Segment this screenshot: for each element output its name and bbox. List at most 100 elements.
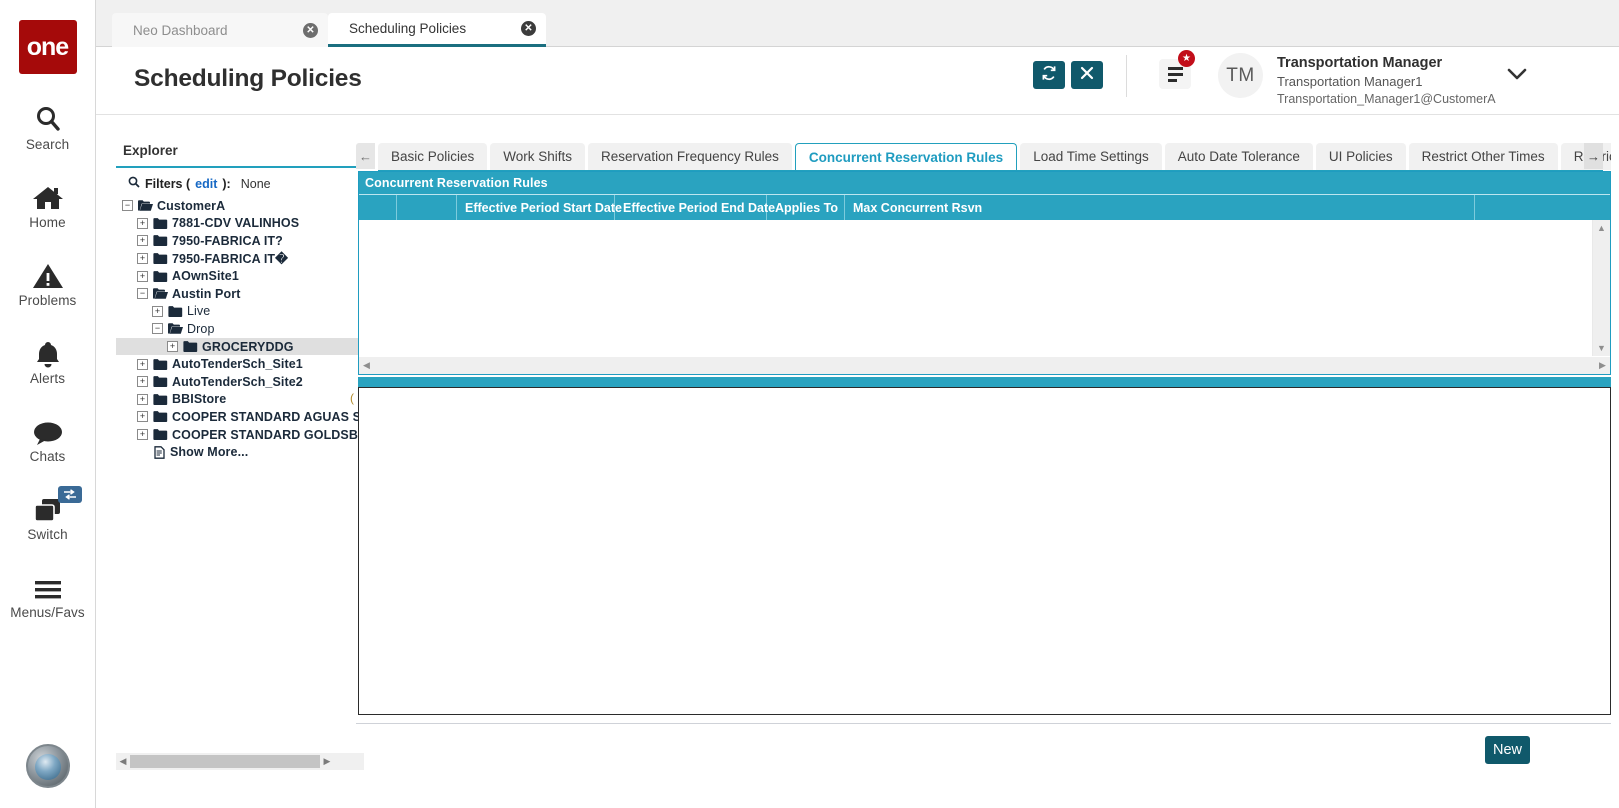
folder-icon xyxy=(153,234,168,247)
tab-load-time-settings[interactable]: Load Time Settings xyxy=(1020,143,1162,170)
grid-hscrollbar[interactable]: ◀ ▶ xyxy=(359,357,1610,374)
scroll-up-icon[interactable]: ▲ xyxy=(1597,220,1606,236)
expand-icon[interactable]: + xyxy=(137,411,148,423)
collapse-icon[interactable]: − xyxy=(152,323,163,335)
expand-icon[interactable]: + xyxy=(167,341,178,353)
bell-icon xyxy=(34,334,62,368)
notification-badge[interactable]: ★ xyxy=(1178,50,1195,67)
tab-work-shifts[interactable]: Work Shifts xyxy=(490,143,586,170)
tree-node[interactable]: + GROCERYDDG xyxy=(116,337,364,356)
expand-icon[interactable]: + xyxy=(137,253,148,265)
search-icon xyxy=(33,100,63,134)
tree-node-label: GROCERYDDG xyxy=(202,339,294,354)
scroll-right-icon[interactable]: ▶ xyxy=(1595,360,1610,371)
tree-node[interactable]: + COOPER STANDARD GOLDSBORO xyxy=(116,426,387,444)
tree-node[interactable]: + COOPER STANDARD AGUAS SEALING (S xyxy=(116,408,425,426)
grid-vscrollbar[interactable]: ▲ ▼ xyxy=(1593,220,1610,356)
tab-ui-policies[interactable]: UI Policies xyxy=(1315,143,1406,170)
scroll-down-icon[interactable]: ▼ xyxy=(1597,340,1606,356)
scroll-thumb[interactable] xyxy=(130,755,320,768)
rail-label-switch: Switch xyxy=(27,527,68,542)
grid-column-header[interactable]: Effective Period End Date xyxy=(615,195,775,221)
expand-icon[interactable]: + xyxy=(137,376,148,388)
collapse-icon[interactable]: − xyxy=(137,288,148,300)
rail-item-switch[interactable]: Switch xyxy=(0,486,96,542)
tree-node[interactable]: Show More... xyxy=(116,443,364,461)
tab-label: Basic Policies xyxy=(391,149,475,164)
grid-column-header[interactable]: Max Concurrent Rsvn xyxy=(845,195,1475,221)
close-icon[interactable]: ✕ xyxy=(303,22,318,38)
expand-icon[interactable]: + xyxy=(137,217,148,229)
filters-value: None xyxy=(240,176,271,191)
explorer-hscrollbar[interactable]: ◀ ▶ xyxy=(116,753,364,770)
browser-tab-neo-dashboard[interactable]: Neo Dashboard ✕ xyxy=(112,13,328,47)
tree-node-label: 7881-CDV VALINHOS xyxy=(172,216,300,231)
tab-scroll-right-button[interactable]: → xyxy=(1584,143,1603,169)
tab-auto-date-tolerance[interactable]: Auto Date Tolerance xyxy=(1164,143,1313,170)
tab-concurrent-reservation-rules[interactable]: Concurrent Reservation Rules xyxy=(794,143,1018,171)
tree-node[interactable]: + AutoTenderSch_Site2 xyxy=(116,373,364,391)
grid-column-label: Effective Period Start Date xyxy=(465,201,622,215)
expand-icon[interactable]: + xyxy=(152,305,163,317)
tree-node[interactable]: − CustomerA xyxy=(116,197,364,215)
expand-icon[interactable]: + xyxy=(137,358,148,370)
new-button[interactable]: New xyxy=(1485,736,1530,764)
tab-basic-policies[interactable]: Basic Policies xyxy=(378,143,488,170)
folder-icon xyxy=(168,305,183,318)
close-page-button[interactable] xyxy=(1071,61,1103,89)
rail-item-search[interactable]: Search xyxy=(0,100,96,152)
swap-arrows-icon[interactable] xyxy=(57,486,82,503)
folder-icon xyxy=(183,340,198,353)
filters-label: Filters ( xyxy=(145,176,191,191)
content-area: Explorer Filters (edit): None − CustomerA… xyxy=(96,115,1619,808)
scroll-left-icon[interactable]: ◀ xyxy=(116,756,130,767)
rail-item-chats[interactable]: Chats xyxy=(0,412,96,464)
grid-column-header[interactable]: Applies To xyxy=(767,195,845,221)
hamburger-icon xyxy=(32,568,64,602)
tree-node[interactable]: + AutoTenderSch_Site1 xyxy=(116,355,364,373)
tab-scroll-left-button[interactable]: ← xyxy=(356,143,375,169)
filters-edit-link[interactable]: edit xyxy=(195,177,217,191)
rail-item-home[interactable]: Home xyxy=(0,178,96,230)
tree-node[interactable]: − Drop xyxy=(116,320,364,338)
tree-node[interactable]: +7950-FABRICA IT� xyxy=(116,250,364,268)
tree-node[interactable]: + BBIStore xyxy=(116,391,364,409)
folder-icon xyxy=(153,217,168,230)
rail-item-alerts[interactable]: Alerts xyxy=(0,334,96,386)
scroll-left-icon[interactable]: ◀ xyxy=(359,360,374,371)
expand-icon[interactable]: + xyxy=(137,393,148,405)
rail-item-menus-favs[interactable]: Menus/Favs xyxy=(0,568,96,620)
tab-restrict-other-times[interactable]: Restrict Other Times xyxy=(1408,143,1558,170)
chat-bubble-icon xyxy=(32,412,64,446)
expand-icon[interactable]: + xyxy=(137,429,148,441)
grid-column-header[interactable]: Effective Period Start Date xyxy=(457,195,622,221)
tree-node[interactable]: +7950-FABRICA IT? xyxy=(116,232,364,250)
tree-node-label: 7950-FABRICA IT� xyxy=(172,252,289,267)
footer-divider xyxy=(356,723,1611,724)
folder-open-icon xyxy=(138,199,153,212)
explorer-tree: − CustomerA +7881-CDV VALINHOS +7950-FABRIC… xyxy=(116,196,425,461)
tab-label: UI Policies xyxy=(1328,149,1393,164)
chevron-down-icon[interactable] xyxy=(1502,59,1532,89)
tree-node[interactable]: + AOwnSite1 xyxy=(116,267,364,285)
tree-node-label: AutoTenderSch_Site2 xyxy=(172,374,303,389)
tab-reservation-frequency-rules[interactable]: Reservation Frequency Rules xyxy=(588,143,792,170)
globe-avatar-icon[interactable] xyxy=(26,744,70,788)
refresh-button[interactable] xyxy=(1033,61,1065,89)
grid-body: ▲ ▼ xyxy=(359,220,1610,356)
collapse-icon[interactable]: − xyxy=(122,200,133,212)
avatar[interactable]: TM xyxy=(1218,53,1263,98)
grid-column-header-blank[interactable] xyxy=(359,195,397,221)
expand-icon[interactable]: + xyxy=(137,235,148,247)
scroll-right-icon[interactable]: ▶ xyxy=(320,756,334,767)
tree-node[interactable]: + Live xyxy=(116,303,364,321)
expand-icon[interactable]: + xyxy=(137,270,148,282)
close-icon[interactable]: ✕ xyxy=(521,21,536,36)
tree-node[interactable]: +7881-CDV VALINHOS xyxy=(116,215,364,233)
tree-node[interactable]: − Austin Port xyxy=(116,285,364,303)
browser-tab-scheduling-policies[interactable]: Scheduling Policies ✕ xyxy=(328,13,546,47)
rail-item-problems[interactable]: Problems xyxy=(0,256,96,308)
rail-label-menus-favs: Menus/Favs xyxy=(10,605,85,620)
grid-column-header-blank[interactable] xyxy=(397,195,457,221)
app-root: one Search Home Problems Alerts Chats Sw… xyxy=(0,0,1619,808)
